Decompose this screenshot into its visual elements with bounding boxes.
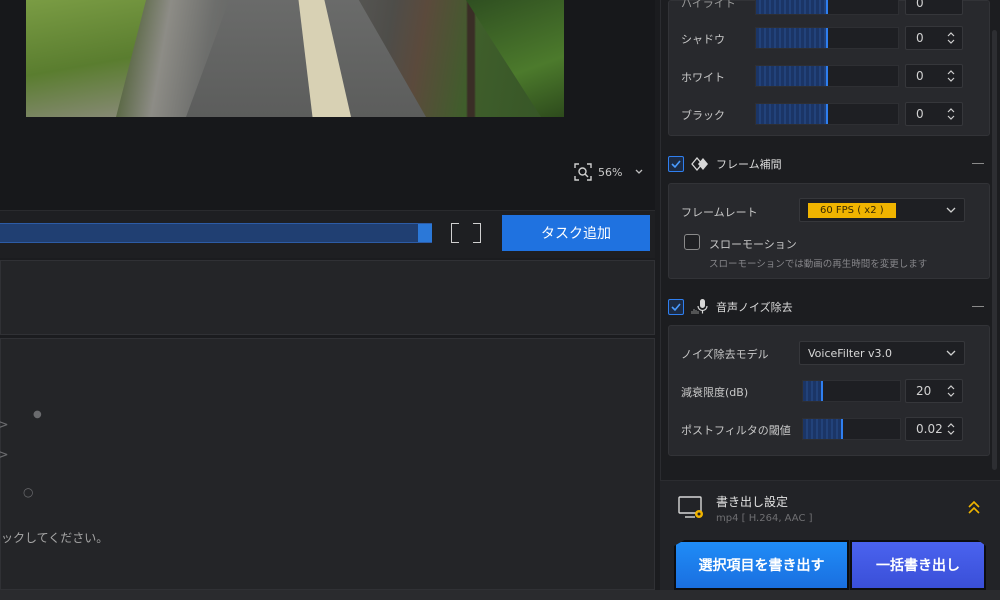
black-slider[interactable] bbox=[755, 103, 899, 125]
postfilter-slider[interactable] bbox=[802, 418, 901, 440]
export-selected-button[interactable]: 選択項目を書き出す bbox=[674, 540, 849, 590]
highlight-spin[interactable]: 0 bbox=[905, 0, 963, 15]
noise-removal-checkbox[interactable] bbox=[668, 299, 684, 315]
shadow-label: シャドウ bbox=[681, 33, 725, 46]
frame-interp-box: フレームレート 60 FPS ( x2 ) スローモーション スローモーションで… bbox=[668, 183, 990, 279]
noise-removal-box: ノイズ除去モデル VoiceFilter v3.0 減衰限度(dB) 20 ポス… bbox=[668, 325, 990, 456]
collapse-icon[interactable] bbox=[972, 163, 984, 164]
sidebar-scrollbar[interactable] bbox=[990, 0, 1000, 480]
export-title: 書き出し設定 bbox=[716, 495, 789, 509]
dot-icon: ● bbox=[33, 409, 42, 420]
task-list-panel: > ● > ○ ックしてください。 bbox=[0, 338, 655, 590]
postfilter-label: ポストフィルタの閾値 bbox=[681, 424, 791, 437]
highlight-label: ハイライト bbox=[681, 0, 736, 10]
spin-arrows-icon bbox=[947, 385, 955, 397]
noise-model-label: ノイズ除去モデル bbox=[681, 348, 769, 361]
chevron-down-icon bbox=[946, 207, 956, 213]
shadow-slider[interactable] bbox=[755, 27, 899, 49]
chevron-right-icon: > bbox=[0, 447, 9, 463]
collapse-icon[interactable] bbox=[972, 306, 984, 307]
white-label: ホワイト bbox=[681, 71, 725, 84]
slowmo-label: スローモーション bbox=[709, 238, 797, 251]
checkmark-icon bbox=[671, 160, 681, 169]
color-adjust-box: ハイライト 0 シャドウ 0 ホワイト 0 ブラック 0 bbox=[668, 0, 990, 136]
status-strip bbox=[0, 590, 1000, 600]
frame-interp-header[interactable]: フレーム補間 bbox=[668, 152, 990, 176]
postfilter-spin[interactable]: 0.02 bbox=[905, 417, 963, 441]
chevron-down-icon bbox=[946, 350, 956, 356]
white-slider[interactable] bbox=[755, 65, 899, 87]
framerate-dropdown[interactable]: 60 FPS ( x2 ) bbox=[799, 198, 965, 222]
framerate-label: フレームレート bbox=[681, 206, 758, 219]
noise-removal-header[interactable]: 音声ノイズ除去 bbox=[668, 295, 990, 319]
zoom-fit-icon[interactable] bbox=[574, 163, 592, 181]
video-preview: 56% bbox=[0, 0, 655, 210]
attenuation-slider[interactable] bbox=[802, 380, 901, 402]
empty-hint: ックしてください。 bbox=[1, 531, 109, 545]
trim-start-icon[interactable] bbox=[451, 223, 459, 243]
export-all-button[interactable]: 一括書き出し bbox=[850, 540, 986, 590]
export-format: mp4 [ H.264, AAC ] bbox=[716, 513, 813, 524]
slowmo-description: スローモーションでは動画の再生時間を変更します bbox=[709, 259, 928, 270]
zoom-level: 56% bbox=[598, 165, 623, 179]
scrub-handle[interactable] bbox=[418, 224, 432, 242]
slowmo-checkbox[interactable] bbox=[684, 234, 700, 250]
highlight-slider[interactable] bbox=[755, 0, 899, 15]
attenuation-label: 減衰限度(dB) bbox=[681, 386, 749, 399]
frame-interp-checkbox[interactable] bbox=[668, 156, 684, 172]
chevron-right-icon: > bbox=[0, 417, 9, 433]
microphone-icon bbox=[691, 299, 708, 314]
spin-arrows-icon bbox=[947, 108, 955, 120]
chevron-down-icon[interactable] bbox=[634, 167, 644, 177]
spin-arrows-icon bbox=[947, 423, 955, 435]
timeline-scrubber[interactable] bbox=[0, 223, 432, 243]
noise-model-value: VoiceFilter v3.0 bbox=[808, 346, 893, 360]
frame-interp-icon bbox=[691, 156, 708, 172]
export-settings-icon bbox=[678, 496, 703, 518]
black-spin[interactable]: 0 bbox=[905, 102, 963, 126]
noise-model-dropdown[interactable]: VoiceFilter v3.0 bbox=[799, 341, 965, 365]
app-window: 56% タスク追加 > ● > ○ ックしてください。 ハイライト 0 シャドウ… bbox=[0, 0, 1000, 600]
add-task-button[interactable]: タスク追加 bbox=[502, 215, 650, 251]
white-spin[interactable]: 0 bbox=[905, 64, 963, 88]
video-frame bbox=[26, 0, 564, 117]
task-panel bbox=[0, 260, 655, 335]
black-label: ブラック bbox=[681, 109, 725, 122]
zoom-control[interactable]: 56% bbox=[574, 163, 644, 181]
attenuation-spin[interactable]: 20 bbox=[905, 379, 963, 403]
noise-removal-title: 音声ノイズ除去 bbox=[716, 301, 793, 314]
spin-arrows-icon bbox=[947, 70, 955, 82]
shadow-spin[interactable]: 0 bbox=[905, 26, 963, 50]
frame-interp-title: フレーム補間 bbox=[716, 158, 782, 171]
double-chevron-up-icon[interactable] bbox=[966, 499, 982, 515]
timeline-bar: タスク追加 bbox=[0, 210, 655, 258]
trim-end-icon[interactable] bbox=[473, 223, 481, 243]
checkmark-icon bbox=[671, 303, 681, 312]
spin-arrows-icon bbox=[947, 32, 955, 44]
circle-icon: ○ bbox=[23, 485, 34, 499]
framerate-value: 60 FPS ( x2 ) bbox=[808, 202, 896, 218]
